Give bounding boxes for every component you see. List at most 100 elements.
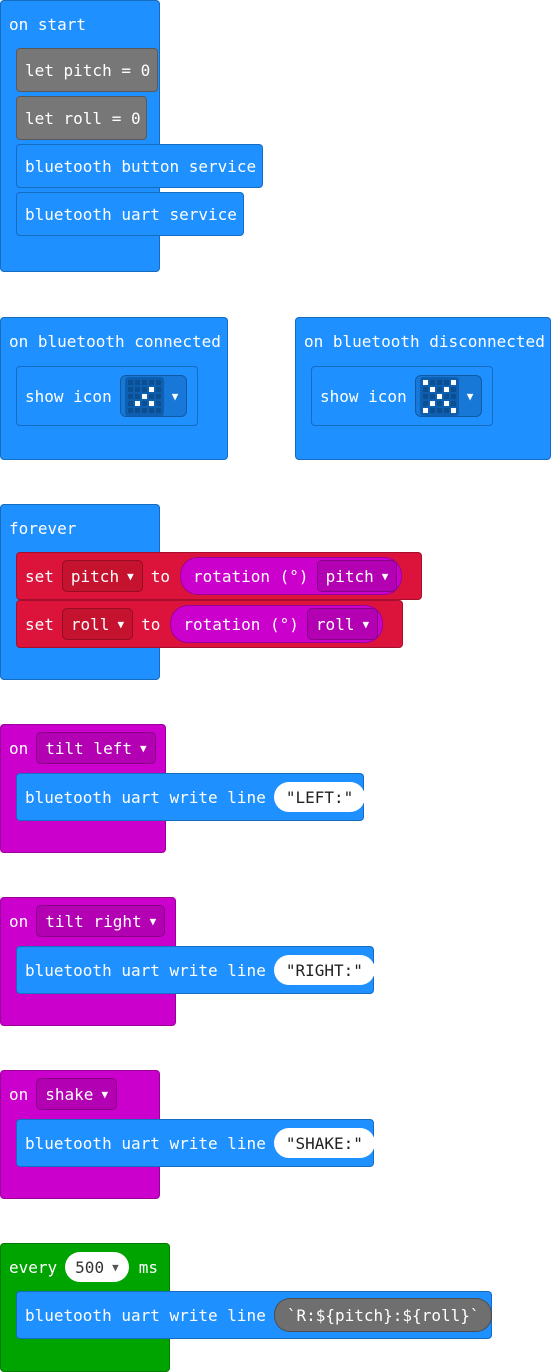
uart-service-label: bluetooth uart service xyxy=(25,204,237,224)
rotation-label: rotation (°) xyxy=(192,566,309,586)
ms-label: ms xyxy=(138,1257,158,1277)
led-pixel xyxy=(134,379,140,385)
on-label: on xyxy=(9,738,29,758)
led-pixel xyxy=(436,393,442,399)
led-pixel xyxy=(155,407,161,413)
x-cross-icon xyxy=(419,376,459,416)
gesture-name: tilt right xyxy=(45,911,142,931)
chevron-down-icon: ▼ xyxy=(139,741,147,755)
on-disconnected-label: on bluetooth disconnected xyxy=(304,331,545,351)
led-pixel xyxy=(450,386,456,392)
let-pitch-block[interactable]: let pitch = 0 xyxy=(16,48,158,92)
on-start-label: on start xyxy=(9,14,87,34)
chevron-down-icon: ▼ xyxy=(362,617,370,631)
led-pixel xyxy=(450,407,456,413)
show-icon-block-disconnected[interactable]: show icon ▼ xyxy=(311,366,493,426)
led-pixel xyxy=(450,393,456,399)
led-pixel xyxy=(436,379,442,385)
variable-name: pitch xyxy=(70,566,120,586)
chevron-down-icon: ▼ xyxy=(381,569,389,583)
led-pixel xyxy=(134,386,140,392)
led-pixel xyxy=(443,407,449,413)
button-service-label: bluetooth button service xyxy=(25,156,257,176)
chevron-down-icon: ▼ xyxy=(112,1260,119,1274)
let-pitch-label: let pitch = 0 xyxy=(25,60,151,80)
led-pixel xyxy=(141,400,147,406)
led-pixel xyxy=(127,379,133,385)
led-pixel xyxy=(141,379,147,385)
led-pixel xyxy=(148,407,154,413)
axis-name: roll xyxy=(315,614,355,634)
gesture-dropdown-tilt-left[interactable]: tilt left ▼ xyxy=(36,732,156,764)
led-pixel xyxy=(155,393,161,399)
chevron-down-icon: ▼ xyxy=(149,914,157,928)
string-input-right[interactable]: "RIGHT:" xyxy=(273,955,375,985)
led-pixel xyxy=(127,386,133,392)
axis-dropdown-pitch[interactable]: pitch ▼ xyxy=(316,560,398,592)
led-pixel xyxy=(429,386,435,392)
string-input-shake[interactable]: "SHAKE:" xyxy=(273,1128,375,1158)
chevron-down-icon: ▼ xyxy=(117,617,125,631)
interval-value: 500 xyxy=(75,1257,105,1277)
led-pixel xyxy=(422,407,428,413)
show-icon-label: show icon xyxy=(320,386,407,406)
interval-dropdown[interactable]: 500 ▼ xyxy=(65,1252,129,1282)
led-pixel xyxy=(422,386,428,392)
string-input-left[interactable]: "LEFT:" xyxy=(273,782,366,812)
chevron-down-icon: ▼ xyxy=(466,389,474,403)
set-roll-block[interactable]: set roll ▼ to rotation (°) roll ▼ xyxy=(16,600,403,648)
bluetooth-uart-service-block[interactable]: bluetooth uart service xyxy=(16,192,244,236)
on-tilt-right-header: on tilt right ▼ xyxy=(9,898,166,944)
rotation-reporter-roll[interactable]: rotation (°) roll ▼ xyxy=(170,605,384,643)
forever-label: forever xyxy=(9,518,77,538)
to-label: to xyxy=(141,614,161,634)
variable-dropdown-pitch[interactable]: pitch ▼ xyxy=(61,560,143,592)
led-pixel xyxy=(450,379,456,385)
every-header: every 500 ▼ ms xyxy=(9,1244,158,1290)
uart-write-line-block-every[interactable]: bluetooth uart write line `R:${pitch}:${… xyxy=(16,1291,493,1339)
set-pitch-block[interactable]: set pitch ▼ to rotation (°) pitch ▼ xyxy=(16,552,422,600)
uart-write-line-block-shake[interactable]: bluetooth uart write line "SHAKE:" xyxy=(16,1119,375,1167)
on-label: on xyxy=(9,1084,29,1104)
rotation-reporter-pitch[interactable]: rotation (°) pitch ▼ xyxy=(179,557,403,595)
write-line-label: bluetooth uart write line xyxy=(25,787,266,807)
led-pixel xyxy=(127,407,133,413)
show-icon-block-connected[interactable]: show icon ▼ xyxy=(16,366,198,426)
uart-write-line-block-left[interactable]: bluetooth uart write line "LEFT:" xyxy=(16,773,366,821)
led-pixel xyxy=(443,386,449,392)
gesture-dropdown-shake[interactable]: shake ▼ xyxy=(36,1078,118,1110)
on-connected-label: on bluetooth connected xyxy=(9,331,221,351)
every-label: every xyxy=(9,1257,58,1277)
led-pixel xyxy=(422,379,428,385)
template-string-input[interactable]: `R:${pitch}:${roll}` xyxy=(273,1298,493,1332)
uart-write-line-block-right[interactable]: bluetooth uart write line "RIGHT:" xyxy=(16,946,375,994)
axis-dropdown-roll[interactable]: roll ▼ xyxy=(306,608,379,640)
variable-dropdown-roll[interactable]: roll ▼ xyxy=(61,608,134,640)
led-pixel xyxy=(148,393,154,399)
write-line-label: bluetooth uart write line xyxy=(25,960,266,980)
led-pixel xyxy=(148,400,154,406)
icon-picker-connected[interactable]: ▼ xyxy=(119,375,188,417)
gesture-dropdown-tilt-right[interactable]: tilt right ▼ xyxy=(36,905,166,937)
led-pixel xyxy=(450,400,456,406)
led-pixel xyxy=(127,400,133,406)
set-label: set xyxy=(25,566,54,586)
led-pixel xyxy=(429,379,435,385)
led-pixel xyxy=(436,407,442,413)
led-pixel xyxy=(422,400,428,406)
bluetooth-button-service-block[interactable]: bluetooth button service xyxy=(16,144,263,188)
chevron-down-icon: ▼ xyxy=(101,1087,109,1101)
let-roll-block[interactable]: let roll = 0 xyxy=(16,96,147,140)
led-pixel xyxy=(148,386,154,392)
led-pixel xyxy=(134,400,140,406)
led-pixel xyxy=(422,393,428,399)
write-line-label: bluetooth uart write line xyxy=(25,1133,266,1153)
icon-picker-disconnected[interactable]: ▼ xyxy=(414,375,483,417)
led-pixel xyxy=(436,400,442,406)
led-pixel xyxy=(443,400,449,406)
variable-name: roll xyxy=(70,614,110,634)
led-pixel xyxy=(141,393,147,399)
to-label: to xyxy=(150,566,170,586)
on-shake-header: on shake ▼ xyxy=(9,1071,118,1117)
led-pixel xyxy=(141,407,147,413)
